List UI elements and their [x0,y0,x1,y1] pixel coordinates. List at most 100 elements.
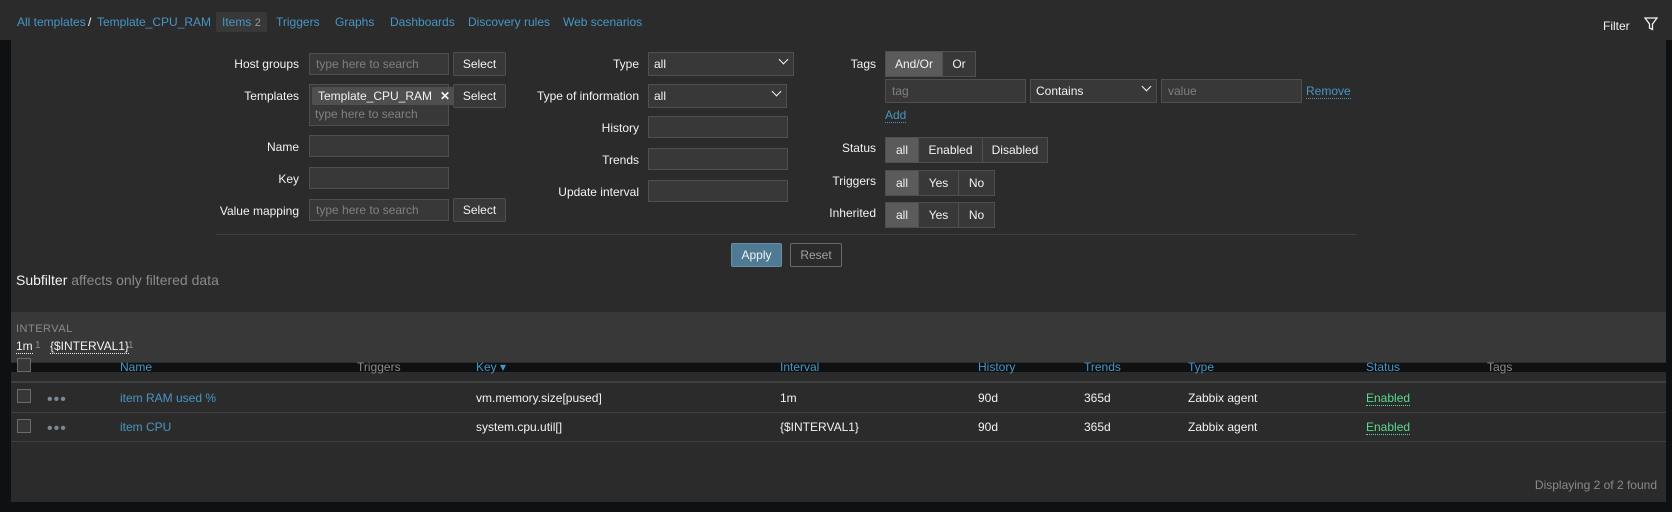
status-enabled-option[interactable]: Enabled [918,137,983,163]
item-history: 90d [978,391,999,405]
history-label: History [601,121,639,135]
templates-label: Templates [244,89,299,103]
tag-operator-value: Contains [1036,84,1084,98]
table-row: ••• item CPU system.cpu.util[] {$INTERVA… [11,412,1666,441]
status-label: Status [841,141,876,155]
tags-label: Tags [850,57,876,71]
header-key[interactable]: Key ▾ [476,360,506,374]
trends-label: Trends [602,153,639,167]
breadcrumb-separator: / [88,15,92,29]
update-interval-label: Update interval [558,185,639,199]
more-actions-icon[interactable]: ••• [47,421,67,437]
item-history: 90d [978,420,999,434]
tab-discovery-rules[interactable]: Discovery rules [468,12,550,32]
item-name-link[interactable]: item CPU [120,420,171,434]
tab-items-count: 2 [254,17,261,29]
triggers-no-option[interactable]: No [958,170,995,196]
tab-web-scenarios[interactable]: Web scenarios [563,12,642,32]
header-triggers: Triggers [357,360,401,374]
table-footer-count: Displaying 2 of 2 found [1534,478,1657,492]
value-mapping-input[interactable]: type here to search [309,199,449,221]
triggers-all-option[interactable]: all [885,170,919,196]
subfilter-count-1m: 1 [35,340,41,351]
item-type: Zabbix agent [1188,391,1258,405]
tab-items[interactable]: Items 2 [216,12,267,32]
apply-button[interactable]: Apply [731,243,782,267]
item-status[interactable]: Enabled [1366,391,1411,406]
filter-divider [216,234,1356,235]
tab-graphs[interactable]: Graphs [335,12,374,32]
item-type: Zabbix agent [1188,420,1258,434]
item-name-link[interactable]: item RAM used % [120,391,216,405]
tags-andor-toggle[interactable]: And/Or [885,51,943,77]
subfilter-value-interval1[interactable]: {$INTERVAL1} [50,339,129,354]
tag-value-input[interactable]: value [1161,79,1302,103]
triggers-yes-option[interactable]: Yes [918,170,959,196]
key-label: Key [278,172,299,186]
templates-select-button[interactable]: Select [453,84,506,108]
chip-remove-icon[interactable]: ✕ [440,89,450,103]
tag-input[interactable]: tag [885,79,1026,103]
status-all-option[interactable]: all [885,137,919,163]
items-table: Name Triggers Key ▾ Interval History Tre… [11,358,1666,502]
subfilter-group-label: INTERVAL [16,323,73,335]
header-status[interactable]: Status [1366,360,1400,374]
tab-dashboards[interactable]: Dashboards [390,12,455,32]
status-disabled-option[interactable]: Disabled [982,137,1048,163]
subfilter-value-1m[interactable]: 1m [16,339,33,354]
templates-multiselect[interactable]: Template_CPU_RAM ✕ type here to search [309,84,457,126]
host-groups-input[interactable]: type here to search [309,53,449,75]
header-trends[interactable]: Trends [1084,360,1121,374]
more-actions-icon[interactable]: ••• [47,392,67,408]
templates-search-input[interactable]: type here to search [315,107,418,121]
header-type[interactable]: Type [1188,360,1214,374]
reset-button[interactable]: Reset [790,243,842,267]
type-select[interactable]: all [648,52,794,76]
host-groups-label: Host groups [234,57,299,71]
header-name[interactable]: Name [120,360,152,374]
name-input[interactable] [309,135,449,157]
tag-add-link[interactable]: Add [885,108,907,123]
filter-tab[interactable]: Filter [1593,10,1666,40]
header-interval[interactable]: Interval [780,360,819,374]
host-groups-select-button[interactable]: Select [453,52,506,76]
select-all-checkbox[interactable] [17,358,31,372]
subfilter-note: affects only filtered data [71,272,219,288]
type-of-information-select[interactable]: all [648,84,787,108]
top-navigation: All templates / Template_CPU_RAM Items 2… [0,0,1672,40]
table-row: ••• item RAM used % vm.memory.size[pused… [11,383,1666,412]
item-status[interactable]: Enabled [1366,420,1411,435]
row-checkbox[interactable] [17,419,31,433]
item-interval: {$INTERVAL1} [780,420,859,434]
chevron-down-icon [778,54,789,65]
inherited-no-option[interactable]: No [958,202,995,228]
chevron-down-icon [771,86,782,97]
subfilter-count-interval1: 1 [128,340,134,351]
inherited-yes-option[interactable]: Yes [918,202,959,228]
key-input[interactable] [309,167,449,189]
value-mapping-select-button[interactable]: Select [453,198,506,222]
tag-remove-link[interactable]: Remove [1306,84,1351,99]
trends-input[interactable] [648,148,788,170]
tag-operator-select[interactable]: Contains [1030,79,1157,103]
type-select-value: all [654,57,667,71]
name-label: Name [266,140,299,154]
inherited-label: Inherited [829,206,876,220]
header-tags: Tags [1487,360,1513,374]
inherited-all-option[interactable]: all [885,202,919,228]
tab-triggers[interactable]: Triggers [276,12,320,32]
history-input[interactable] [648,116,788,138]
filter-tab-label: Filter [1603,19,1630,33]
row-divider [11,441,1666,442]
subfilter-header: Subfilter affects only filtered data [16,272,219,288]
breadcrumb-template[interactable]: Template_CPU_RAM [97,12,211,32]
header-history[interactable]: History [978,360,1015,374]
item-trends: 365d [1084,391,1111,405]
breadcrumb-all-templates[interactable]: All templates [17,12,86,32]
tags-or-toggle[interactable]: Or [942,51,976,77]
row-checkbox[interactable] [17,389,31,403]
type-label: Type [612,57,639,71]
item-key: system.cpu.util[] [476,420,563,434]
item-interval: 1m [780,391,797,405]
update-interval-input[interactable] [648,180,788,202]
